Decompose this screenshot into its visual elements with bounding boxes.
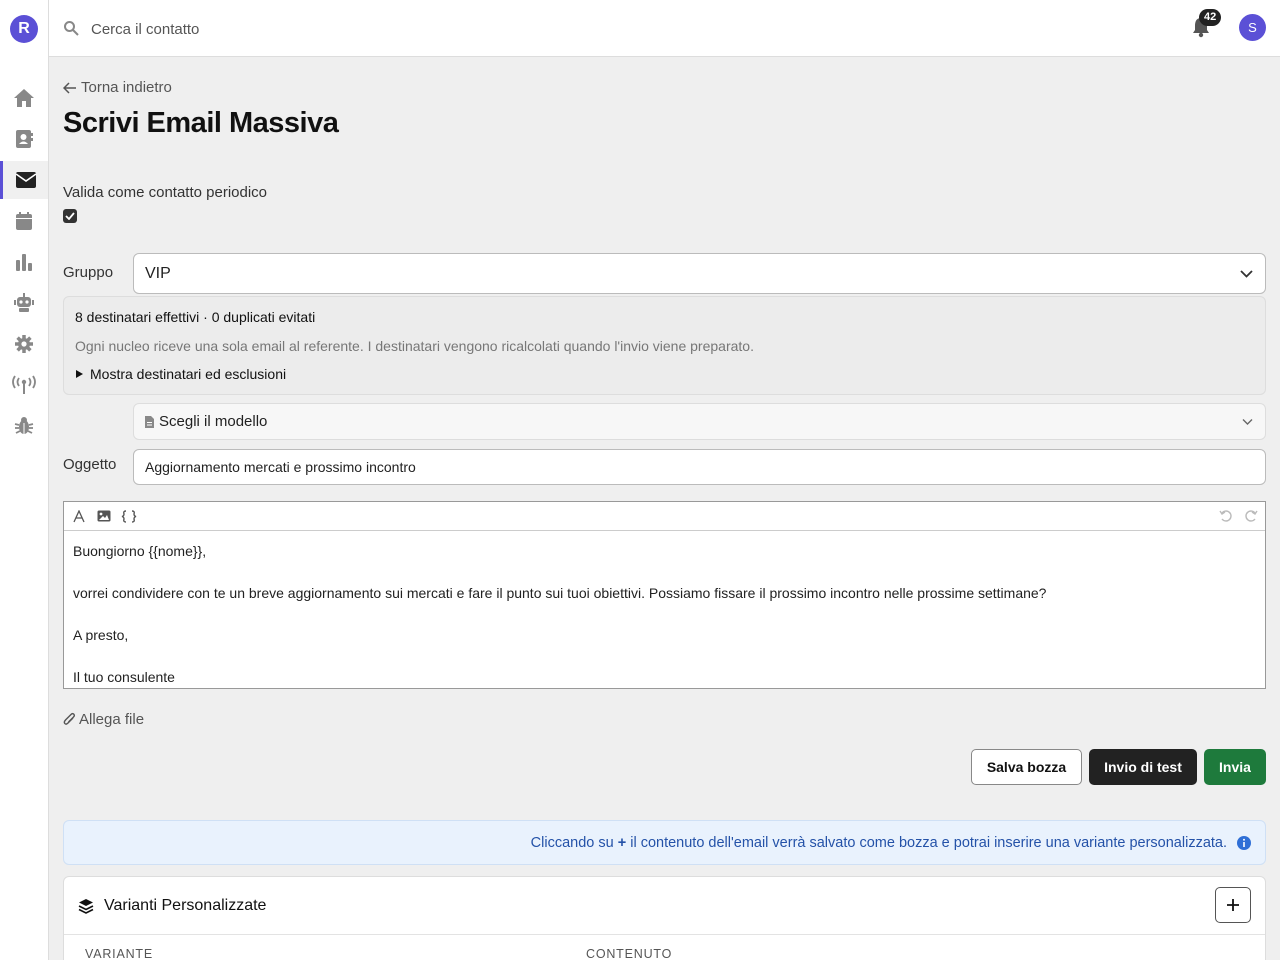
arrow-left-icon [63,81,76,94]
sidebar: R [0,0,49,960]
redo-icon [1245,510,1258,522]
editor-line: A presto, [73,627,129,643]
send-button[interactable]: Invia [1204,749,1266,785]
sidebar-item-home[interactable] [0,79,48,117]
sidebar-item-settings[interactable] [0,325,48,363]
envelope-icon [15,172,36,188]
undo-button[interactable] [1218,508,1234,524]
triangle-right-icon [76,370,83,378]
undo-icon [1219,510,1232,522]
save-draft-button[interactable]: Salva bozza [971,749,1082,785]
sidebar-item-calendar[interactable] [0,202,48,240]
subject-input[interactable]: Aggiornamento mercati e prossimo incontr… [133,449,1266,485]
column-header-content: CONTENUTO [586,947,673,960]
sidebar-item-bot[interactable] [0,284,48,322]
sidebar-item-email[interactable] [0,161,48,199]
recipients-note: Ogni nucleo riceve una sola email al ref… [75,338,754,354]
font-icon [73,509,85,522]
email-editor[interactable]: Buongiorno {{nome}}, vorrei condividere … [63,501,1266,689]
recipients-box: 8 destinatari effettivi · 0 duplicati ev… [63,296,1266,395]
back-link[interactable]: Torna indietro [63,79,172,96]
add-variant-button[interactable] [1215,887,1251,923]
paperclip-icon [63,712,76,725]
editor-body[interactable]: Buongiorno {{nome}}, vorrei condividere … [64,531,1265,698]
periodic-label: Valida come contatto periodico [63,184,268,201]
sidebar-item-broadcast[interactable] [0,366,48,404]
sidebar-item-stats[interactable] [0,243,48,281]
recipients-toggle[interactable]: Mostra destinatari ed esclusioni [75,366,1254,382]
search-input[interactable] [91,16,591,42]
check-icon [65,212,75,220]
info-alert: Cliccando su + il contenuto dell'email v… [63,820,1266,865]
subject-value: Aggiornamento mercati e prossimo incontr… [145,459,416,475]
alert-plus: + [617,834,627,851]
sidebar-item-debug[interactable] [0,407,48,445]
group-value: VIP [145,264,171,282]
variants-title: Varianti Personalizzate [104,896,267,914]
variants-card: Varianti Personalizzate VARIANTE CONTENU… [63,876,1266,960]
attach-file-button[interactable]: Allega file [63,711,144,728]
plus-icon [1227,899,1239,911]
redo-button[interactable] [1243,508,1259,524]
group-select[interactable]: VIP [133,253,1266,294]
recipients-summary: 8 destinatari effettivi · 0 duplicati ev… [75,309,316,325]
sidebar-item-contacts[interactable] [0,120,48,158]
document-icon [145,415,154,428]
test-send-button[interactable]: Invio di test [1089,749,1197,785]
column-header-variant: VARIANTE [85,947,153,960]
notification-badge: 42 [1199,9,1222,26]
text-format-button[interactable] [71,508,87,524]
chevron-down-icon [1242,418,1253,425]
app-logo[interactable]: R [10,15,38,43]
antenna-icon [12,375,36,394]
top-bar: 42 S [49,0,1280,57]
layers-icon [78,898,94,914]
recipients-toggle-label: Mostra destinatari ed esclusioni [90,366,287,382]
page-title: Scrivi Email Massiva [63,107,339,139]
search-icon [64,21,79,36]
robot-icon [14,293,34,312]
insert-variable-button[interactable] [121,508,137,524]
home-icon [14,89,34,107]
editor-line: Buongiorno {{nome}}, [73,543,207,559]
template-placeholder: Scegli il modello [159,413,268,430]
subject-label: Oggetto [63,456,117,473]
calendar-icon [16,212,32,230]
chevron-down-icon [1240,269,1253,278]
gear-icon [15,335,33,353]
variants-card-header: Varianti Personalizzate [64,877,1265,935]
info-icon [1237,835,1251,850]
editor-toolbar [64,502,1265,531]
avatar[interactable]: S [1239,14,1266,41]
braces-icon [121,509,137,523]
template-select[interactable]: Scegli il modello [133,403,1266,440]
back-label: Torna indietro [81,79,172,96]
bar-chart-icon [16,254,32,271]
periodic-checkbox[interactable] [63,209,77,223]
bug-icon [14,417,34,434]
editor-line: vorrei condividere con te un breve aggio… [73,585,1047,601]
editor-line: Il tuo consulente [73,669,175,685]
group-label: Gruppo [63,264,114,281]
image-icon [97,510,111,522]
insert-image-button[interactable] [96,508,112,524]
contacts-icon [16,130,33,148]
alert-text: Cliccando su + il contenuto dell'email v… [530,834,1227,851]
attach-label: Allega file [79,711,145,728]
